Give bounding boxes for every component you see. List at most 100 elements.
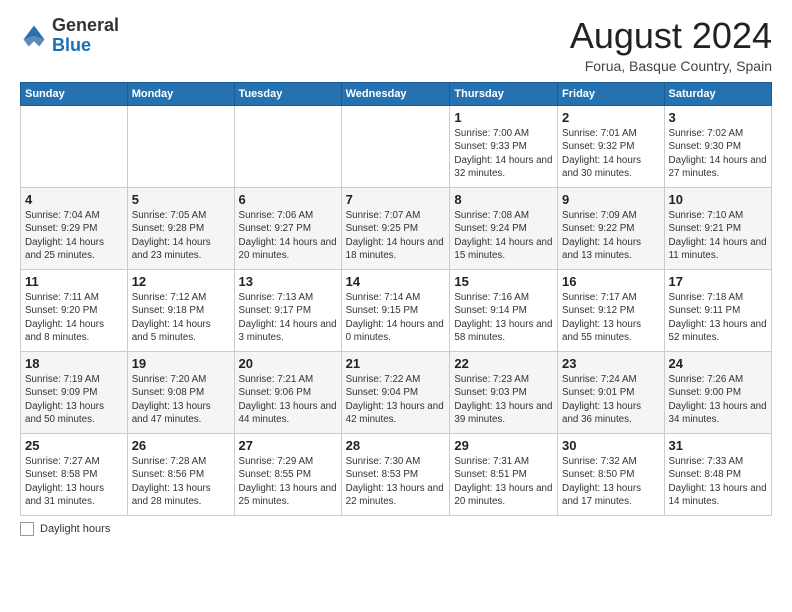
day-info: Sunrise: 7:08 AM Sunset: 9:24 PM Dayligh…: [454, 209, 553, 262]
day-number: 19: [132, 355, 230, 373]
calendar-cell: 7Sunrise: 7:07 AM Sunset: 9:25 PM Daylig…: [341, 187, 450, 269]
day-number: 7: [346, 191, 446, 209]
day-info: Sunrise: 7:19 AM Sunset: 9:09 PM Dayligh…: [25, 373, 123, 426]
calendar-cell: 30Sunrise: 7:32 AM Sunset: 8:50 PM Dayli…: [558, 433, 665, 515]
calendar-day-header: Saturday: [664, 82, 771, 105]
calendar-cell: [127, 105, 234, 187]
day-info: Sunrise: 7:32 AM Sunset: 8:50 PM Dayligh…: [562, 455, 660, 508]
day-number: 25: [25, 437, 123, 455]
calendar-cell: 31Sunrise: 7:33 AM Sunset: 8:48 PM Dayli…: [664, 433, 771, 515]
day-number: 12: [132, 273, 230, 291]
day-info: Sunrise: 7:02 AM Sunset: 9:30 PM Dayligh…: [669, 127, 767, 180]
calendar-cell: 1Sunrise: 7:00 AM Sunset: 9:33 PM Daylig…: [450, 105, 558, 187]
day-info: Sunrise: 7:20 AM Sunset: 9:08 PM Dayligh…: [132, 373, 230, 426]
day-info: Sunrise: 7:21 AM Sunset: 9:06 PM Dayligh…: [239, 373, 337, 426]
day-info: Sunrise: 7:00 AM Sunset: 9:33 PM Dayligh…: [454, 127, 553, 180]
calendar-week-row: 11Sunrise: 7:11 AM Sunset: 9:20 PM Dayli…: [21, 269, 772, 351]
day-number: 10: [669, 191, 767, 209]
day-number: 4: [25, 191, 123, 209]
day-info: Sunrise: 7:24 AM Sunset: 9:01 PM Dayligh…: [562, 373, 660, 426]
calendar: SundayMondayTuesdayWednesdayThursdayFrid…: [20, 82, 772, 516]
calendar-cell: 12Sunrise: 7:12 AM Sunset: 9:18 PM Dayli…: [127, 269, 234, 351]
calendar-day-header: Thursday: [450, 82, 558, 105]
logo-text: General Blue: [52, 16, 119, 56]
day-number: 20: [239, 355, 337, 373]
day-number: 21: [346, 355, 446, 373]
calendar-cell: 29Sunrise: 7:31 AM Sunset: 8:51 PM Dayli…: [450, 433, 558, 515]
day-number: 28: [346, 437, 446, 455]
logo-blue-text: Blue: [52, 35, 91, 55]
day-info: Sunrise: 7:26 AM Sunset: 9:00 PM Dayligh…: [669, 373, 767, 426]
day-number: 9: [562, 191, 660, 209]
calendar-cell: 8Sunrise: 7:08 AM Sunset: 9:24 PM Daylig…: [450, 187, 558, 269]
month-title: August 2024: [570, 16, 772, 56]
day-info: Sunrise: 7:09 AM Sunset: 9:22 PM Dayligh…: [562, 209, 660, 262]
calendar-week-row: 4Sunrise: 7:04 AM Sunset: 9:29 PM Daylig…: [21, 187, 772, 269]
day-number: 16: [562, 273, 660, 291]
calendar-cell: 27Sunrise: 7:29 AM Sunset: 8:55 PM Dayli…: [234, 433, 341, 515]
calendar-day-header: Sunday: [21, 82, 128, 105]
day-number: 3: [669, 109, 767, 127]
calendar-cell: 6Sunrise: 7:06 AM Sunset: 9:27 PM Daylig…: [234, 187, 341, 269]
day-number: 14: [346, 273, 446, 291]
calendar-cell: 16Sunrise: 7:17 AM Sunset: 9:12 PM Dayli…: [558, 269, 665, 351]
calendar-cell: 20Sunrise: 7:21 AM Sunset: 9:06 PM Dayli…: [234, 351, 341, 433]
calendar-week-row: 18Sunrise: 7:19 AM Sunset: 9:09 PM Dayli…: [21, 351, 772, 433]
day-info: Sunrise: 7:13 AM Sunset: 9:17 PM Dayligh…: [239, 291, 337, 344]
day-number: 8: [454, 191, 553, 209]
header: General Blue August 2024 Forua, Basque C…: [20, 16, 772, 74]
day-info: Sunrise: 7:04 AM Sunset: 9:29 PM Dayligh…: [25, 209, 123, 262]
day-info: Sunrise: 7:30 AM Sunset: 8:53 PM Dayligh…: [346, 455, 446, 508]
calendar-cell: 25Sunrise: 7:27 AM Sunset: 8:58 PM Dayli…: [21, 433, 128, 515]
legend-box: [20, 522, 34, 536]
calendar-cell: 14Sunrise: 7:14 AM Sunset: 9:15 PM Dayli…: [341, 269, 450, 351]
day-number: 29: [454, 437, 553, 455]
day-info: Sunrise: 7:33 AM Sunset: 8:48 PM Dayligh…: [669, 455, 767, 508]
day-number: 6: [239, 191, 337, 209]
calendar-cell: 10Sunrise: 7:10 AM Sunset: 9:21 PM Dayli…: [664, 187, 771, 269]
day-number: 22: [454, 355, 553, 373]
day-info: Sunrise: 7:29 AM Sunset: 8:55 PM Dayligh…: [239, 455, 337, 508]
day-number: 26: [132, 437, 230, 455]
calendar-cell: 13Sunrise: 7:13 AM Sunset: 9:17 PM Dayli…: [234, 269, 341, 351]
calendar-day-header: Wednesday: [341, 82, 450, 105]
calendar-cell: 22Sunrise: 7:23 AM Sunset: 9:03 PM Dayli…: [450, 351, 558, 433]
calendar-cell: 17Sunrise: 7:18 AM Sunset: 9:11 PM Dayli…: [664, 269, 771, 351]
day-number: 17: [669, 273, 767, 291]
day-info: Sunrise: 7:16 AM Sunset: 9:14 PM Dayligh…: [454, 291, 553, 344]
legend-label: Daylight hours: [40, 523, 110, 535]
day-info: Sunrise: 7:11 AM Sunset: 9:20 PM Dayligh…: [25, 291, 123, 344]
calendar-cell: 3Sunrise: 7:02 AM Sunset: 9:30 PM Daylig…: [664, 105, 771, 187]
logo-general-text: General: [52, 15, 119, 35]
day-info: Sunrise: 7:01 AM Sunset: 9:32 PM Dayligh…: [562, 127, 660, 180]
day-number: 31: [669, 437, 767, 455]
day-number: 11: [25, 273, 123, 291]
day-info: Sunrise: 7:27 AM Sunset: 8:58 PM Dayligh…: [25, 455, 123, 508]
calendar-cell: 21Sunrise: 7:22 AM Sunset: 9:04 PM Dayli…: [341, 351, 450, 433]
day-info: Sunrise: 7:18 AM Sunset: 9:11 PM Dayligh…: [669, 291, 767, 344]
calendar-cell: 18Sunrise: 7:19 AM Sunset: 9:09 PM Dayli…: [21, 351, 128, 433]
calendar-week-row: 25Sunrise: 7:27 AM Sunset: 8:58 PM Dayli…: [21, 433, 772, 515]
calendar-cell: 4Sunrise: 7:04 AM Sunset: 9:29 PM Daylig…: [21, 187, 128, 269]
calendar-day-header: Friday: [558, 82, 665, 105]
calendar-day-header: Tuesday: [234, 82, 341, 105]
calendar-cell: 26Sunrise: 7:28 AM Sunset: 8:56 PM Dayli…: [127, 433, 234, 515]
day-number: 23: [562, 355, 660, 373]
calendar-week-row: 1Sunrise: 7:00 AM Sunset: 9:33 PM Daylig…: [21, 105, 772, 187]
calendar-cell: [234, 105, 341, 187]
subtitle: Forua, Basque Country, Spain: [570, 58, 772, 74]
calendar-cell: 2Sunrise: 7:01 AM Sunset: 9:32 PM Daylig…: [558, 105, 665, 187]
day-info: Sunrise: 7:17 AM Sunset: 9:12 PM Dayligh…: [562, 291, 660, 344]
legend: Daylight hours: [20, 522, 772, 536]
day-info: Sunrise: 7:28 AM Sunset: 8:56 PM Dayligh…: [132, 455, 230, 508]
day-number: 24: [669, 355, 767, 373]
day-info: Sunrise: 7:07 AM Sunset: 9:25 PM Dayligh…: [346, 209, 446, 262]
day-number: 27: [239, 437, 337, 455]
logo: General Blue: [20, 16, 119, 56]
day-info: Sunrise: 7:06 AM Sunset: 9:27 PM Dayligh…: [239, 209, 337, 262]
page: General Blue August 2024 Forua, Basque C…: [0, 0, 792, 546]
calendar-cell: [21, 105, 128, 187]
day-info: Sunrise: 7:23 AM Sunset: 9:03 PM Dayligh…: [454, 373, 553, 426]
calendar-header-row: SundayMondayTuesdayWednesdayThursdayFrid…: [21, 82, 772, 105]
day-number: 30: [562, 437, 660, 455]
